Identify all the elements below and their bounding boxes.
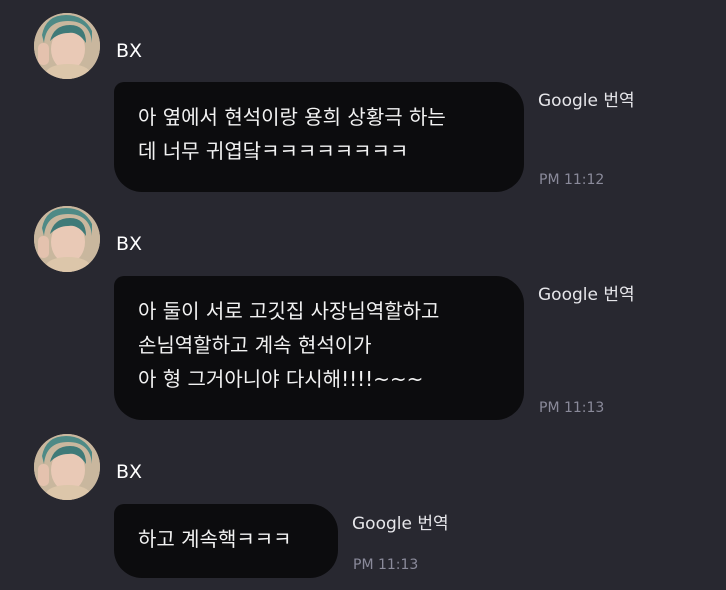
message-bubble[interactable]: 아 옆에서 현석이랑 용희 상황극 하는 데 너무 귀엽닼ㅋㅋㅋㅋㅋㅋㅋㅋ	[114, 82, 524, 192]
message-timestamp: PM 11:13	[353, 557, 419, 573]
google-translate-link[interactable]: Google 번역	[538, 91, 635, 111]
message-timestamp: PM 11:13	[539, 400, 605, 416]
avatar[interactable]	[34, 206, 100, 272]
sender-name: BX	[116, 461, 143, 483]
sender-name: BX	[116, 40, 143, 62]
message-bubble[interactable]: 하고 계속핵ㅋㅋㅋ	[114, 504, 338, 578]
avatar-photo	[34, 206, 100, 272]
avatar-photo	[34, 434, 100, 500]
avatar[interactable]	[34, 434, 100, 500]
google-translate-link[interactable]: Google 번역	[538, 285, 635, 305]
message-bubble[interactable]: 아 둘이 서로 고깃집 사장님역할하고 손님역할하고 계속 현석이가 아 형 그…	[114, 276, 524, 420]
google-translate-link[interactable]: Google 번역	[352, 514, 449, 534]
avatar-photo	[34, 13, 100, 79]
message-timestamp: PM 11:12	[539, 172, 605, 188]
avatar[interactable]	[34, 13, 100, 79]
sender-name: BX	[116, 233, 143, 255]
